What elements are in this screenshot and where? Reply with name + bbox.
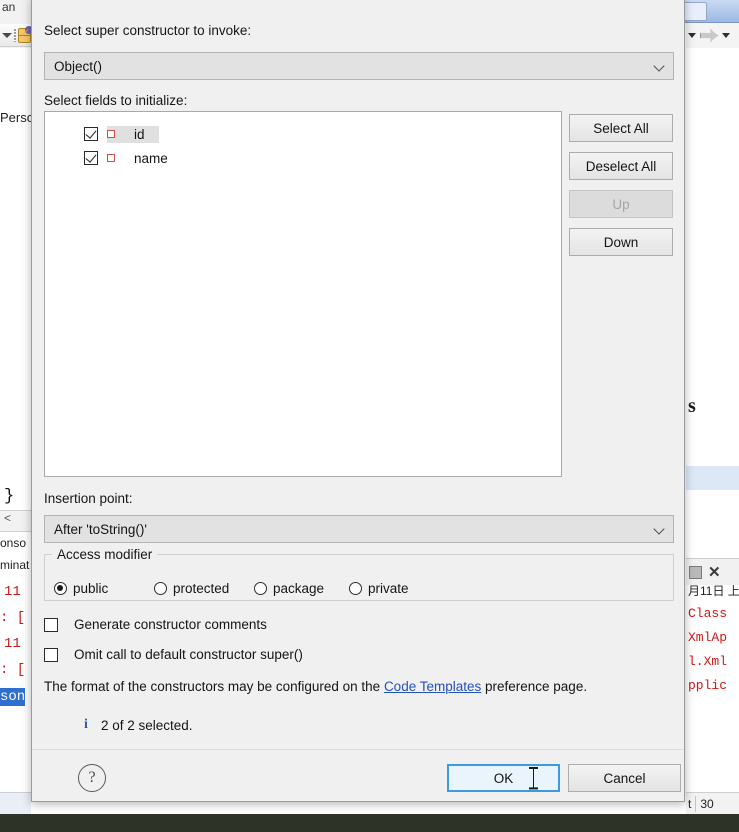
- format-note-suffix: preference page.: [481, 679, 588, 694]
- format-note: The format of the constructors may be co…: [44, 679, 587, 694]
- super-constructor-combo[interactable]: Object(): [44, 52, 674, 80]
- console-line: 11: [4, 584, 21, 600]
- toolbar-grip-icon: [14, 28, 17, 42]
- console-line: : [: [0, 610, 26, 626]
- private-field-icon: [107, 130, 115, 138]
- editor-tab-label: an: [2, 0, 16, 14]
- chevron-down-icon: [654, 524, 665, 535]
- selection-status: 2 of 2 selected.: [101, 718, 193, 733]
- radio-indicator: [349, 582, 362, 595]
- chevron-down-icon: [654, 61, 665, 72]
- status-bar-label: t: [688, 796, 692, 811]
- radio-public[interactable]: public: [54, 581, 108, 596]
- chevron-down-icon[interactable]: [2, 32, 12, 38]
- log-line: Class: [688, 606, 728, 621]
- console-line-selected: son: [0, 688, 26, 706]
- editor-nav-toolbar: [686, 23, 739, 49]
- console-scrollbar[interactable]: [0, 792, 31, 815]
- field-name: name: [134, 150, 168, 166]
- radio-label: protected: [173, 581, 230, 596]
- field-name: id: [134, 126, 145, 142]
- field-checkbox[interactable]: [84, 127, 98, 141]
- log-line: l.Xml: [688, 654, 728, 669]
- radio-label: private: [368, 581, 409, 596]
- move-down-button[interactable]: Down: [569, 228, 673, 256]
- radio-indicator: [254, 582, 267, 595]
- left-toolbar-row[interactable]: [0, 24, 33, 47]
- radio-label: package: [273, 581, 325, 596]
- option-label: Generate constructor comments: [74, 617, 267, 632]
- right-editor-area: s 月11日 上 Class XmlAp l.Xml pplic: [686, 48, 739, 792]
- cancel-button[interactable]: Cancel: [568, 764, 681, 792]
- code-closing-brace: }: [4, 487, 15, 506]
- private-field-icon: [107, 154, 115, 162]
- insertion-point-label: Insertion point:: [44, 491, 133, 506]
- console-terminated-label: minat: [0, 558, 30, 572]
- left-toolbar: an: [0, 0, 33, 48]
- stop-icon[interactable]: [689, 565, 702, 579]
- deselect-all-button[interactable]: Deselect All: [569, 152, 673, 180]
- right-heading: s: [688, 395, 696, 417]
- console-line: : [: [0, 662, 26, 678]
- dropdown-arrow-icon[interactable]: [722, 33, 730, 38]
- dropdown-arrow-icon[interactable]: [688, 33, 696, 38]
- status-divider: [695, 795, 697, 812]
- console-line: 11: [4, 636, 21, 652]
- radio-indicator: [54, 582, 67, 595]
- option-label: Omit call to default constructor super(): [74, 647, 303, 662]
- radio-label: public: [73, 581, 109, 596]
- fields-listbox[interactable]: id name: [44, 111, 562, 477]
- insertion-point-combo[interactable]: After 'toString()': [44, 515, 674, 543]
- generate-comments-option[interactable]: Generate constructor comments: [44, 617, 267, 632]
- field-checkbox[interactable]: [84, 151, 98, 165]
- radio-protected[interactable]: protected: [154, 581, 229, 596]
- help-button[interactable]: ?: [78, 764, 106, 792]
- list-item[interactable]: id: [45, 122, 561, 146]
- editor-area: Perso: [0, 48, 34, 488]
- status-bar: t 30: [686, 792, 739, 814]
- console-tab-label: onso: [0, 536, 27, 550]
- format-note-prefix: The format of the constructors may be co…: [44, 679, 384, 694]
- info-icon: i: [84, 717, 88, 732]
- access-modifier-title: Access modifier: [52, 547, 158, 562]
- taskbar: [0, 814, 739, 832]
- option-checkbox[interactable]: [44, 647, 58, 662]
- omit-super-call-option[interactable]: Omit call to default constructor super(): [44, 647, 303, 662]
- move-up-button: Up: [569, 190, 673, 218]
- fields-label: Select fields to initialize:: [44, 93, 188, 108]
- log-line: pplic: [688, 678, 728, 693]
- super-constructor-label: Select super constructor to invoke:: [44, 23, 252, 38]
- right-selected-row: [686, 466, 739, 490]
- list-item[interactable]: name: [45, 146, 561, 170]
- outline-collapse-marker[interactable]: <: [0, 510, 31, 532]
- class-name-label: Perso: [0, 110, 34, 125]
- select-all-button[interactable]: Select All: [569, 114, 673, 142]
- radio-package[interactable]: package: [254, 581, 324, 596]
- console-toolbar: ✕: [686, 558, 739, 585]
- super-constructor-value: Object(): [54, 58, 103, 74]
- ok-button[interactable]: OK: [447, 764, 560, 792]
- radio-indicator: [154, 582, 167, 595]
- close-icon[interactable]: ✕: [708, 565, 721, 580]
- log-line: XmlAp: [688, 630, 728, 645]
- mail-icon[interactable]: [18, 25, 33, 43]
- code-templates-link[interactable]: Code Templates: [384, 679, 481, 694]
- insertion-point-value: After 'toString()': [54, 521, 147, 537]
- console-view: onso minat 11 : [ 11 : [ son: [0, 534, 31, 792]
- footer-divider: [32, 749, 684, 750]
- radio-private[interactable]: private: [349, 581, 409, 596]
- forward-arrow-icon[interactable]: [700, 29, 718, 42]
- option-checkbox[interactable]: [44, 617, 58, 632]
- generate-constructor-dialog: Select super constructor to invoke: Obje…: [31, 0, 685, 802]
- status-bar-value: 30: [700, 796, 714, 811]
